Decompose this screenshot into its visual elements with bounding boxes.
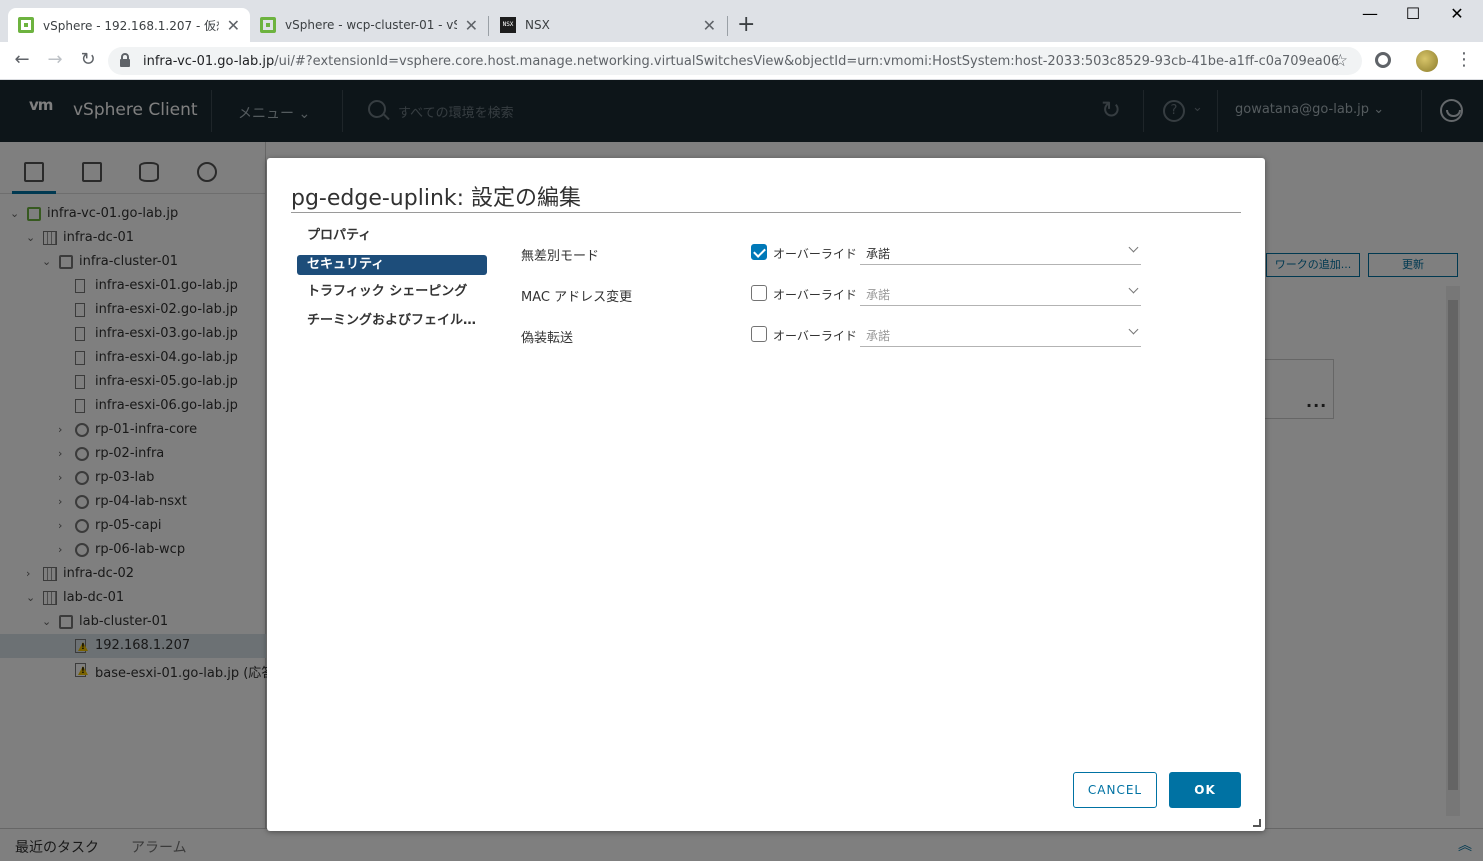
url-field[interactable]: infra-vc-01.go-lab.jp/ui/#?extensionId=v… (108, 47, 1362, 75)
address-bar: ← → ↻ infra-vc-01.go-lab.jp/ui/#?extensi… (0, 42, 1483, 80)
select-value: 承諾 (866, 329, 891, 343)
minimize-icon[interactable]: — (1355, 4, 1385, 23)
url-domain: infra-vc-01.go-lab.jp (143, 53, 275, 69)
lock-icon (120, 53, 130, 67)
forward-arrow-icon[interactable]: → (43, 49, 67, 70)
select-value: 承諾 (866, 288, 891, 302)
mac-address-changes-select: 承諾 (860, 282, 1141, 306)
mac-address-changes-row: MAC アドレス変更 オーバーライド 承諾 (521, 282, 1141, 308)
close-tab-icon[interactable]: ✕ (227, 16, 240, 35)
forged-transmits-select: 承諾 (860, 323, 1141, 347)
override-label: オーバーライド (773, 329, 857, 343)
tab-divider (727, 16, 728, 36)
url-text: infra-vc-01.go-lab.jp/ui/#?extensionId=v… (143, 54, 1338, 69)
promiscuous-mode-select[interactable]: 承諾 (860, 241, 1141, 265)
mac-address-changes-label: MAC アドレス変更 (521, 290, 633, 305)
nav-traffic-shaping[interactable]: トラフィック シェーピング (297, 280, 487, 308)
nav-security[interactable]: セキュリティ (297, 255, 487, 275)
browser-tab-nsx[interactable]: NSX NSX ✕ (490, 8, 726, 42)
profile-avatar[interactable] (1416, 50, 1438, 72)
mac-changes-override-checkbox[interactable] (751, 285, 767, 301)
browser-tab-vsphere-host[interactable]: vSphere - 192.168.1.207 - 仮想ス ✕ (8, 8, 250, 42)
nav-properties[interactable]: プロパティ (297, 224, 487, 252)
extension-icon[interactable] (1375, 52, 1391, 68)
select-value: 承諾 (866, 247, 891, 261)
new-tab-icon[interactable]: + (737, 12, 755, 37)
forged-transmits-row: 偽装転送 オーバーライド 承諾 (521, 323, 1141, 349)
url-path: /ui/#?extensionId=vsphere.core.host.mana… (274, 53, 1338, 69)
chevron-down-icon (1128, 283, 1139, 294)
cancel-button[interactable]: CANCEL (1073, 772, 1157, 808)
tab-title: vSphere - 192.168.1.207 - 仮想ス (43, 18, 219, 33)
maximize-icon[interactable]: ☐ (1398, 4, 1428, 23)
promiscuous-override-checkbox[interactable] (751, 244, 767, 260)
tab-divider (488, 16, 489, 36)
vsphere-favicon-icon (18, 17, 34, 33)
window-close-icon[interactable]: ✕ (1442, 4, 1472, 23)
close-tab-icon[interactable]: ✕ (465, 16, 478, 35)
close-tab-icon[interactable]: ✕ (703, 16, 716, 35)
nsx-favicon-icon: NSX (500, 17, 516, 33)
browser-menu-icon[interactable]: ⋮ (1455, 49, 1473, 70)
bookmark-star-icon[interactable]: ☆ (1333, 51, 1348, 71)
chevron-down-icon (1128, 324, 1139, 335)
override-label: オーバーライド (773, 288, 857, 302)
browser-tab-vsphere-wcp[interactable]: vSphere - wcp-cluster-01 - vSphe ✕ (250, 8, 488, 42)
chevron-down-icon (1128, 242, 1139, 253)
tab-title: NSX (525, 18, 550, 32)
browser-tab-strip: vSphere - 192.168.1.207 - 仮想ス ✕ vSphere … (0, 0, 1483, 42)
edit-settings-dialog: pg-edge-uplink: 設定の編集 プロパティ セキュリティ トラフィッ… (267, 158, 1265, 831)
override-label: オーバーライド (773, 247, 857, 261)
promiscuous-mode-row: 無差別モード オーバーライド 承諾 (521, 241, 1141, 267)
vsphere-favicon-icon (260, 17, 276, 33)
nav-teaming-failover[interactable]: チーミングおよびフェイルオーバー (297, 309, 487, 337)
forged-transmits-label: 偽装転送 (521, 331, 574, 346)
promiscuous-mode-label: 無差別モード (521, 249, 600, 264)
dialog-title: pg-edge-uplink: 設定の編集 (291, 186, 582, 211)
reload-icon[interactable]: ↻ (76, 49, 100, 70)
tab-title: vSphere - wcp-cluster-01 - vSphe (285, 18, 457, 32)
dialog-nav: プロパティ セキュリティ トラフィック シェーピング チーミングおよびフェイルオ… (297, 224, 487, 338)
forged-transmits-override-checkbox[interactable] (751, 326, 767, 342)
title-divider (291, 212, 1241, 213)
resize-grip-icon[interactable] (1253, 819, 1261, 827)
ok-button[interactable]: OK (1169, 772, 1241, 808)
back-arrow-icon[interactable]: ← (10, 49, 34, 70)
